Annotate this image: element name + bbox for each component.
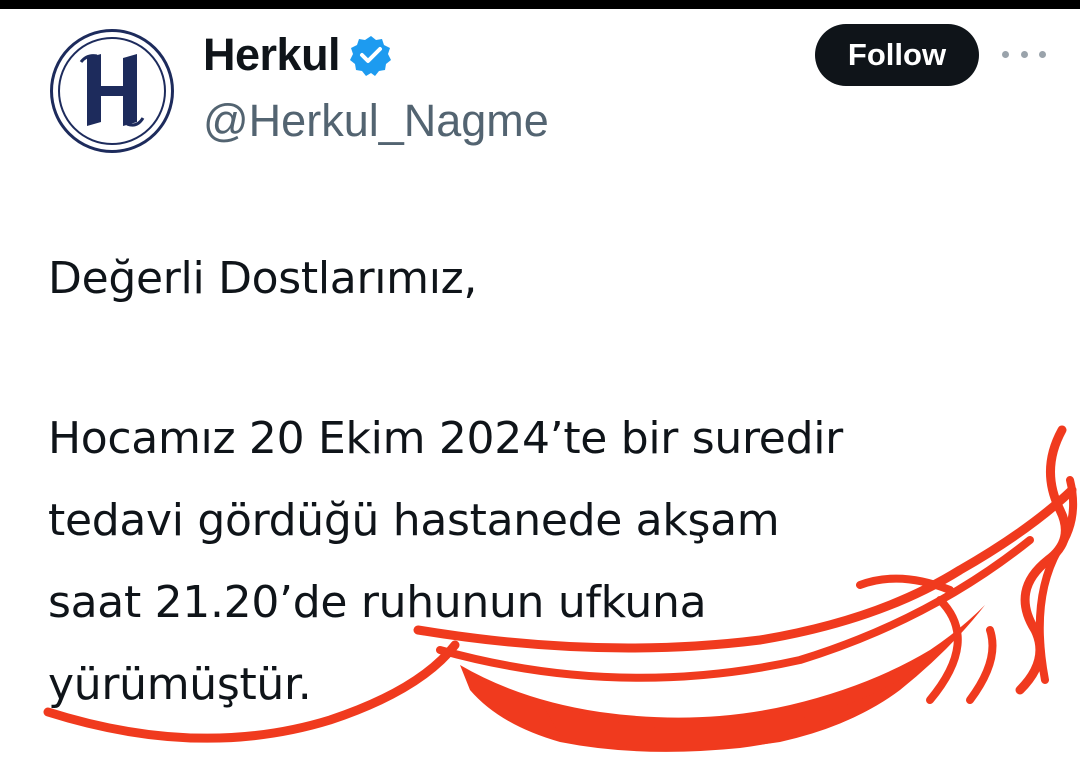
- avatar[interactable]: [50, 29, 174, 153]
- tweet-line: yürümüştür.: [48, 659, 312, 710]
- display-name-row: Herkul: [203, 23, 392, 87]
- avatar-logo-icon: [58, 37, 166, 145]
- account-handle[interactable]: @Herkul_Nagme: [203, 95, 549, 147]
- follow-button[interactable]: Follow: [815, 24, 979, 86]
- display-name[interactable]: Herkul: [203, 29, 341, 81]
- verified-badge-icon: [350, 34, 392, 76]
- tweet-line: tedavi gördüğü hastanede akşam: [48, 495, 780, 546]
- tweet-greeting: Değerli Dostlarımız,: [48, 253, 478, 304]
- top-bar: [0, 0, 1080, 9]
- tweet-line: Hocamız 20 Ekim 2024’te bir suredir: [48, 413, 843, 464]
- more-dot: [1039, 50, 1046, 58]
- more-options-icon[interactable]: [1002, 39, 1046, 69]
- more-dot: [1002, 50, 1009, 58]
- tweet-line: saat 21.20’de ruhunun ufkuna: [48, 577, 707, 628]
- more-dot: [1020, 50, 1028, 58]
- tweet-card: Herkul @Herkul_Nagme Follow Değerli Dost…: [0, 9, 1080, 761]
